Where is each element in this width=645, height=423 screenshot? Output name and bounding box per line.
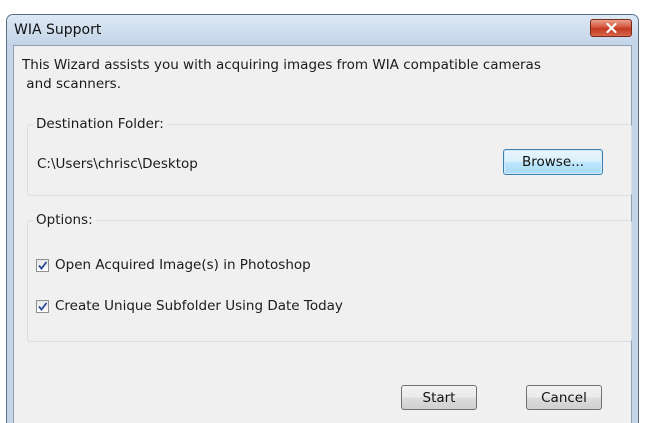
intro-line-1: This Wizard assists you with acquiring i…	[22, 57, 541, 73]
checkmark-icon	[38, 260, 48, 270]
open-in-photoshop-option[interactable]: Open Acquired Image(s) in Photoshop	[36, 257, 311, 273]
destination-path: C:\Users\chrisc\Desktop	[37, 156, 198, 172]
cancel-button[interactable]: Cancel	[526, 385, 602, 410]
intro-text: This Wizard assists you with acquiring i…	[22, 56, 562, 94]
open-in-photoshop-label: Open Acquired Image(s) in Photoshop	[55, 257, 311, 273]
create-subfolder-checkbox[interactable]	[36, 299, 49, 313]
title-bar[interactable]: WIA Support	[7, 15, 638, 45]
open-in-photoshop-checkbox[interactable]	[36, 258, 49, 272]
window-title: WIA Support	[14, 22, 102, 38]
wia-support-dialog: WIA Support This Wizard assists you with…	[6, 14, 639, 423]
intro-line-2: and scanners.	[22, 76, 122, 92]
checkmark-icon	[38, 301, 48, 311]
options-legend: Options:	[36, 212, 93, 228]
destination-folder-legend: Destination Folder:	[36, 116, 164, 132]
close-icon	[606, 23, 617, 33]
close-button[interactable]	[590, 19, 632, 37]
create-subfolder-label: Create Unique Subfolder Using Date Today	[55, 298, 343, 314]
start-button[interactable]: Start	[401, 385, 477, 410]
dialog-client-area: This Wizard assists you with acquiring i…	[13, 45, 632, 423]
browse-button[interactable]: Browse...	[503, 149, 603, 175]
destination-folder-group: Destination Folder: C:\Users\chrisc\Desk…	[27, 116, 632, 196]
create-subfolder-option[interactable]: Create Unique Subfolder Using Date Today	[36, 298, 343, 314]
options-group: Options: Open Acquired Image(s) in Photo…	[27, 212, 632, 342]
